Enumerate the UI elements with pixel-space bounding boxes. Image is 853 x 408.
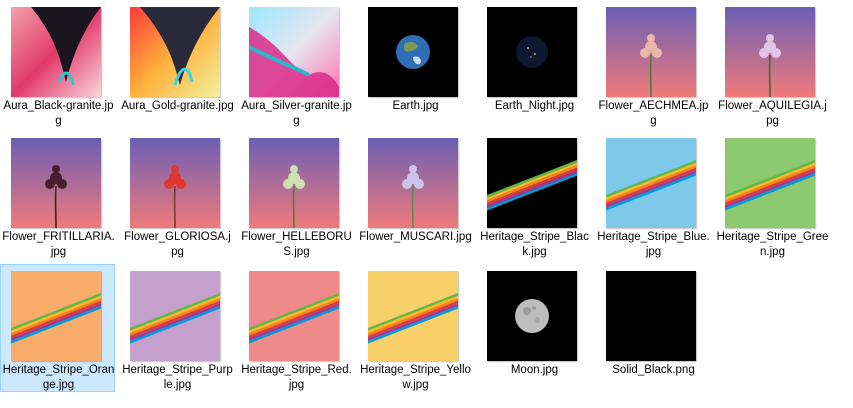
file-name-label: Heritage_Stripe_Black.jpg <box>480 231 589 258</box>
file-item[interactable]: Flower_AQUILEGIA.jpg <box>714 0 829 128</box>
file-thumbnail <box>249 7 339 97</box>
file-thumbnail <box>249 138 339 228</box>
file-item[interactable]: Heritage_Stripe_Orange.jpg <box>0 264 115 392</box>
file-item[interactable]: Heritage_Stripe_Black.jpg <box>476 131 591 259</box>
file-name-label: Flower_AECHMEA.jpg <box>598 100 709 127</box>
file-item[interactable]: Heritage_Stripe_Blue.jpg <box>595 131 710 259</box>
file-item[interactable]: Flower_FRITILLARIA.jpg <box>0 131 115 259</box>
file-thumbnail <box>606 7 696 97</box>
file-name-label: Heritage_Stripe_Red.jpg <box>241 364 352 391</box>
file-thumbnail <box>606 138 696 228</box>
file-item[interactable]: Heritage_Stripe_Yellow.jpg <box>357 264 472 392</box>
file-thumbnail <box>130 138 220 228</box>
file-item[interactable]: Earth.jpg <box>357 0 472 128</box>
file-item[interactable]: Aura_Black-granite.jpg <box>0 0 115 128</box>
file-name-label: Aura_Gold-granite.jpg <box>121 100 234 112</box>
file-name-label: Earth.jpg <box>392 100 439 112</box>
file-item[interactable]: Aura_Silver-granite.jpg <box>238 0 353 128</box>
file-name-label: Heritage_Stripe_Yellow.jpg <box>360 364 471 391</box>
file-thumbnail <box>130 7 220 97</box>
file-item[interactable]: Moon.jpg <box>476 264 591 392</box>
file-thumbnail <box>487 271 577 361</box>
file-thumbnail <box>487 7 577 97</box>
file-name-label: Flower_MUSCARI.jpg <box>359 231 472 243</box>
file-name-label: Heritage_Stripe_Blue.jpg <box>597 231 710 258</box>
file-item[interactable]: Earth_Night.jpg <box>476 0 591 128</box>
file-name-label: Solid_Black.png <box>612 364 695 376</box>
file-thumbnail <box>11 7 101 97</box>
file-item[interactable]: Heritage_Stripe_Purple.jpg <box>119 264 234 392</box>
file-name-label: Flower_HELLEBORUS.jpg <box>241 231 352 258</box>
file-name-label: Flower_FRITILLARIA.jpg <box>2 231 115 258</box>
file-name-label: Moon.jpg <box>510 364 559 376</box>
file-name-label: Earth_Night.jpg <box>494 100 575 112</box>
file-name-label: Aura_Black-granite.jpg <box>3 100 114 127</box>
file-grid: Aura_Black-granite.jpg Aura_Gold-granite.… <box>0 0 853 408</box>
file-item[interactable]: Flower_GLORIOSA.jpg <box>119 131 234 259</box>
file-name-label: Heritage_Stripe_Green.jpg <box>716 231 829 258</box>
file-thumbnail <box>249 271 339 361</box>
file-thumbnail <box>487 138 577 228</box>
file-name-label: Heritage_Stripe_Orange.jpg <box>2 364 115 391</box>
file-item[interactable]: Solid_Black.png <box>595 264 710 392</box>
file-thumbnail <box>725 7 815 97</box>
file-name-label: Flower_AQUILEGIA.jpg <box>718 100 827 127</box>
file-thumbnail <box>11 138 101 228</box>
file-name-label: Aura_Silver-granite.jpg <box>241 100 352 127</box>
file-item[interactable]: Heritage_Stripe_Red.jpg <box>238 264 353 392</box>
file-thumbnail <box>11 271 101 361</box>
file-thumbnail <box>368 271 458 361</box>
file-name-label: Heritage_Stripe_Purple.jpg <box>122 364 233 391</box>
file-thumbnail <box>606 271 696 361</box>
file-thumbnail <box>725 138 815 228</box>
file-thumbnail <box>130 271 220 361</box>
file-item[interactable]: Flower_HELLEBORUS.jpg <box>238 131 353 259</box>
file-item[interactable]: Aura_Gold-granite.jpg <box>119 0 234 128</box>
file-item[interactable]: Heritage_Stripe_Green.jpg <box>714 131 829 259</box>
file-item[interactable]: Flower_AECHMEA.jpg <box>595 0 710 128</box>
file-thumbnail <box>368 138 458 228</box>
file-item[interactable]: Flower_MUSCARI.jpg <box>357 131 472 259</box>
file-thumbnail <box>368 7 458 97</box>
file-name-label: Flower_GLORIOSA.jpg <box>124 231 231 258</box>
